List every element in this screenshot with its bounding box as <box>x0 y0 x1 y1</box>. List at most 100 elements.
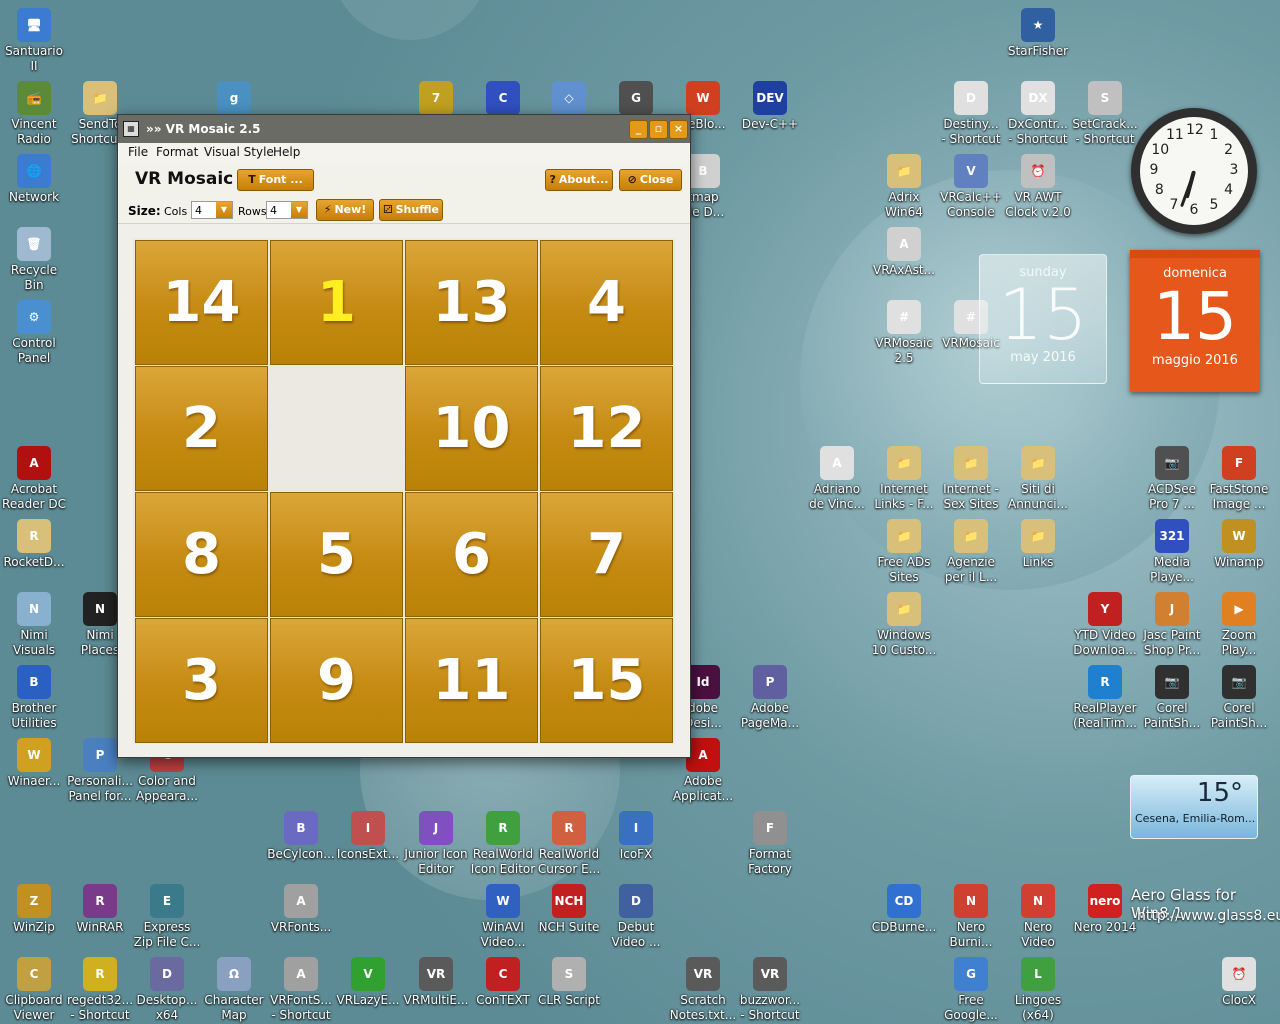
puzzle-tile-2[interactable]: 2 <box>135 366 268 491</box>
desktop-icon-dxcontr-shortcut[interactable]: DX DxContr... - Shortcut <box>1004 81 1072 147</box>
desktop-icon-vrcalc-console[interactable]: V VRCalc++ Console <box>937 154 1005 220</box>
desktop-icon-nimi-visuals[interactable]: N Nimi Visuals <box>0 592 68 658</box>
menu-format[interactable]: Format <box>156 145 198 159</box>
shuffle-button[interactable]: ⚂ Shuffle <box>379 199 443 221</box>
desktop-icon-rocketd[interactable]: R RocketD... <box>0 519 68 570</box>
desktop-icon-cdburne[interactable]: CD CDBurne... <box>870 884 938 935</box>
desktop-icon-free-google[interactable]: G Free Google... <box>937 957 1005 1023</box>
puzzle-tile-15[interactable]: 15 <box>540 618 673 743</box>
desktop-icon-adriano-de-vinc[interactable]: A Adriano de Vinc... <box>803 446 871 512</box>
desktop-icon-corel-paintsh[interactable]: 📷 Corel PaintSh... <box>1138 665 1206 731</box>
desktop-icon-scratch-notes-txt[interactable]: VR Scratch Notes.txt... <box>669 957 737 1023</box>
desktop-icon-nero-burni[interactable]: N Nero Burni... <box>937 884 1005 950</box>
desktop-icon-vrmosaic-2-5[interactable]: # VRMosaic 2.5 <box>870 300 938 366</box>
puzzle-tile-14[interactable]: 14 <box>135 240 268 365</box>
new-button[interactable]: ⚡ New! <box>316 199 374 221</box>
desktop-icon-internet-sex-sites[interactable]: 📁 Internet - Sex Sites <box>937 446 1005 512</box>
desktop-icon-regedt32-shortcut[interactable]: Rregedt32... - Shortcut <box>66 957 134 1023</box>
desktop-icon-acdsee-pro-7[interactable]: 📷 ACDSee Pro 7 ... <box>1138 446 1206 512</box>
puzzle-tile-7[interactable]: 7 <box>540 492 673 617</box>
desktop-icon-vincent-radio[interactable]: 📻 Vincent Radio <box>0 81 68 147</box>
desktop-icon-siti-di-annunci[interactable]: 📁 Siti di Annunci... <box>1004 446 1072 512</box>
desktop-icon-media-playe[interactable]: 321 Media Playe... <box>1138 519 1206 585</box>
puzzle-tile-4[interactable]: 4 <box>540 240 673 365</box>
desktop-icon-winamp[interactable]: W Winamp <box>1205 519 1273 570</box>
desktop-icon-control-panel[interactable]: ⚙ Control Panel <box>0 300 68 366</box>
title-bar[interactable]: ▦ »» VR Mosaic 2.5 _ ▫ × <box>118 115 690 143</box>
desktop-icon-iconsext[interactable]: I IconsExt... <box>334 811 402 862</box>
puzzle-tile-6[interactable]: 6 <box>405 492 538 617</box>
about-button[interactable]: ? About... <box>545 169 613 191</box>
puzzle-tile-1[interactable]: 1 <box>270 240 403 365</box>
desktop-icon-icon-g[interactable]: G <box>602 81 670 117</box>
desktop-icon-vrmultie[interactable]: VR VRMultiE... <box>402 957 470 1008</box>
desktop-icon-vrlazye[interactable]: V VRLazyE... <box>334 957 402 1008</box>
desktop-icon-icon-7[interactable]: 7 <box>402 81 470 117</box>
desktop-icon-free-ads-sites[interactable]: 📁 Free ADs Sites <box>870 519 938 585</box>
desktop-icon-character-map[interactable]: Ω Character Map <box>200 957 268 1023</box>
desktop-icon-icon-c[interactable]: C <box>469 81 537 117</box>
puzzle-tile-11[interactable]: 11 <box>405 618 538 743</box>
desktop-icon-jasc-paint-shop-pr[interactable]: J Jasc Paint Shop Pr... <box>1138 592 1206 658</box>
desktop-icon-icofx[interactable]: I IcoFX <box>602 811 670 862</box>
desktop-icon-clocx[interactable]: ⏰ ClocX <box>1205 957 1273 1008</box>
rows-select[interactable]: 4 ▼ <box>266 201 308 219</box>
desktop-icon-windows-10-custo[interactable]: 📁 Windows 10 Custo... <box>870 592 938 658</box>
desktop-icon-clipboard-viewer[interactable]: C Clipboard Viewer <box>0 957 68 1023</box>
desktop-icon-ytd-video-downloa[interactable]: Y YTD Video Downloa... <box>1071 592 1139 658</box>
desktop-icon-clr-script[interactable]: S CLR Script <box>535 957 603 1008</box>
puzzle-tile-5[interactable]: 5 <box>270 492 403 617</box>
desktop-icon-desktop-x64[interactable]: D Desktop... x64 <box>133 957 201 1023</box>
desktop-icon-internet-links-f[interactable]: 📁 Internet Links - F... <box>870 446 938 512</box>
puzzle-tile-3[interactable]: 3 <box>135 618 268 743</box>
desktop-icon-agenzie-per-il-l[interactable]: 📁 Agenzie per il L... <box>937 519 1005 585</box>
desktop-icon-zoom-play[interactable]: ▶ Zoom Play... <box>1205 592 1273 658</box>
desktop-icon-links[interactable]: 📁 Links <box>1004 519 1072 570</box>
menu-help[interactable]: Help <box>273 145 300 159</box>
desktop-icon-format-factory[interactable]: F Format Factory <box>736 811 804 877</box>
puzzle-tile-10[interactable]: 10 <box>405 366 538 491</box>
desktop-icon-icon[interactable]: ◇ <box>535 81 603 117</box>
aero-glass-url[interactable]: http://www.glass8.eu <box>1137 908 1280 924</box>
desktop-icon-context[interactable]: C ConTEXT <box>469 957 537 1008</box>
desktop-icon-vraxast[interactable]: A VRAxAst... <box>870 227 938 278</box>
desktop-icon-starfisher[interactable]: ★ StarFisher <box>1004 8 1072 59</box>
calendar-gadget-english[interactable]: sunday 15 may 2016 <box>979 254 1107 384</box>
desktop-icon-realworld-icon-editor[interactable]: R RealWorld Icon Editor <box>469 811 537 877</box>
weather-gadget[interactable]: 15° Cesena, Emilia-Rom... <box>1130 775 1258 839</box>
cols-select[interactable]: 4 ▼ <box>191 201 233 219</box>
desktop-icon-debut-video[interactable]: D Debut Video ... <box>602 884 670 950</box>
desktop-icon-recycle-bin[interactable]: 🗑 Recycle Bin <box>0 227 68 293</box>
desktop-icon-icon-g[interactable]: g <box>200 81 268 117</box>
desktop-icon-faststone-image[interactable]: F FastStone Image ... <box>1205 446 1273 512</box>
font-button[interactable]: T Font ... <box>237 169 314 191</box>
desktop-icon-dev-c[interactable]: DEV Dev-C++ <box>736 81 804 132</box>
desktop-icon-winavi-video[interactable]: W WinAVI Video... <box>469 884 537 950</box>
puzzle-tile-9[interactable]: 9 <box>270 618 403 743</box>
desktop-icon-winaer[interactable]: W Winaer... <box>0 738 68 789</box>
puzzle-tile-13[interactable]: 13 <box>405 240 538 365</box>
desktop-icon-adrix-win64[interactable]: 📁 Adrix Win64 <box>870 154 938 220</box>
desktop-icon-nero-video[interactable]: N Nero Video <box>1004 884 1072 950</box>
desktop-icon-becylcon[interactable]: B BeCylcon... <box>267 811 335 862</box>
desktop-icon-lingoes-x64[interactable]: L Lingoes (x64) <box>1004 957 1072 1023</box>
desktop-icon-buzzwor-shortcut[interactable]: VR buzzwor... - Shortcut <box>736 957 804 1023</box>
calendar-gadget-italian[interactable]: domenica 15 maggio 2016 <box>1130 250 1260 392</box>
menu-file[interactable]: File <box>128 145 148 159</box>
vr-mosaic-window[interactable]: ▦ »» VR Mosaic 2.5 _ ▫ × File Format Vis… <box>117 114 691 758</box>
desktop-icon-corel-paintsh[interactable]: 📷 Corel PaintSh... <box>1205 665 1273 731</box>
clock-gadget[interactable]: 12 1 2 3 4 5 6 7 8 9 10 11 <box>1131 108 1257 234</box>
desktop-icon-nch-suite[interactable]: NCH NCH Suite <box>535 884 603 935</box>
desktop-icon-network[interactable]: 🌐 Network <box>0 154 68 205</box>
puzzle-tile-8[interactable]: 8 <box>135 492 268 617</box>
desktop-icon-vrfonts-shortcut[interactable]: A VRFontS... - Shortcut <box>267 957 335 1023</box>
minimize-button[interactable]: _ <box>629 120 648 139</box>
desktop-icon-junior-icon-editor[interactable]: J Junior Icon Editor <box>402 811 470 877</box>
desktop-icon-setcrack-shortcut[interactable]: S SetCrack... - Shortcut <box>1071 81 1139 147</box>
maximize-button[interactable]: ▫ <box>649 120 668 139</box>
desktop-icon-brother-utilities[interactable]: B Brother Utilities <box>0 665 68 731</box>
desktop-icon-acrobat-reader-dc[interactable]: A Acrobat Reader DC <box>0 446 68 512</box>
desktop-icon-adobe-pagema[interactable]: P Adobe PageMa... <box>736 665 804 731</box>
menu-visual-style[interactable]: Visual Style <box>204 145 274 159</box>
desktop-icon-express-zip-file-c[interactable]: E Express Zip File C... <box>133 884 201 950</box>
